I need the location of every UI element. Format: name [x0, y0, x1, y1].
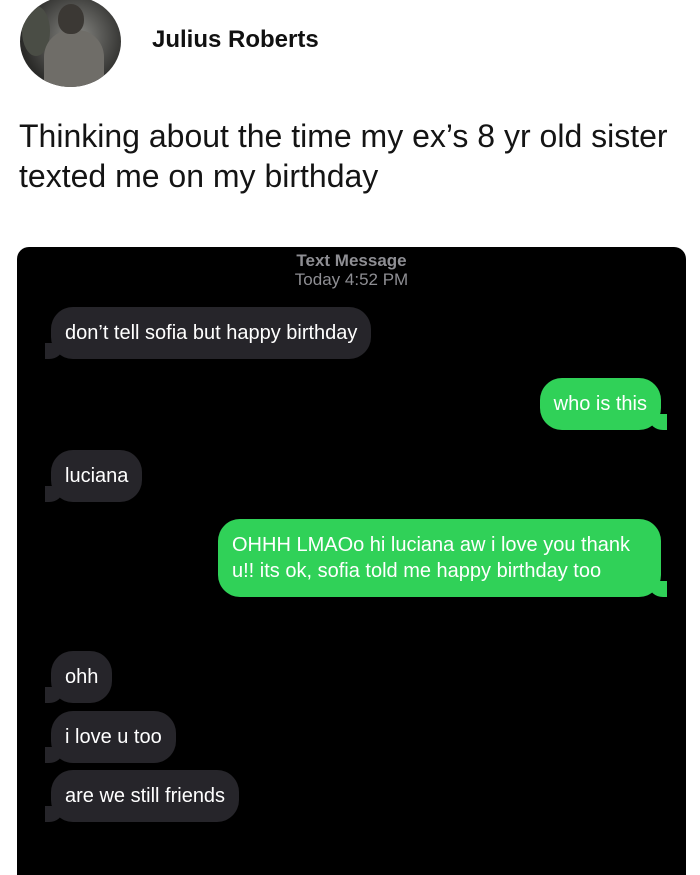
- message-bubble-incoming: ohh: [44, 651, 113, 703]
- message-text: are we still friends: [65, 785, 226, 807]
- avatar-figure-body: [44, 30, 104, 87]
- conversation-timestamp: Today 4:52 PM: [17, 270, 686, 290]
- avatar-figure-head: [58, 4, 84, 34]
- post-text: Thinking about the time my ex’s 8 yr old…: [19, 118, 668, 194]
- message-text: who is this: [553, 393, 647, 415]
- message-bubble-incoming: luciana: [44, 450, 143, 502]
- message-bubble-outgoing: OHHH LMAOo hi luciana aw i love you than…: [218, 519, 667, 597]
- message-bubble-incoming: don’t tell sofia but happy birthday: [44, 307, 372, 359]
- message-text: i love u too: [65, 726, 162, 748]
- message-bubble-outgoing: who is this: [539, 378, 668, 430]
- message-text: don’t tell sofia but happy birthday: [65, 322, 358, 344]
- message-text: luciana: [65, 465, 129, 487]
- message-bubble-incoming: are we still friends: [44, 770, 240, 822]
- conversation-header-title: Text Message: [296, 251, 407, 270]
- timestamp-day: Today: [294, 270, 341, 289]
- message-screenshot: Text Message Today 4:52 PM don’t tell so…: [17, 247, 686, 875]
- timestamp-time: 4:52 PM: [344, 270, 409, 289]
- post: Julius Roberts Thinking about the time m…: [0, 0, 700, 875]
- message-text: ohh: [65, 666, 99, 688]
- avatar[interactable]: [20, 0, 121, 87]
- message-bubble-incoming: i love u too: [45, 711, 176, 763]
- message-text: OHHH LMAOo hi luciana aw i love you than…: [232, 534, 630, 582]
- author-name[interactable]: Julius Roberts: [152, 26, 319, 54]
